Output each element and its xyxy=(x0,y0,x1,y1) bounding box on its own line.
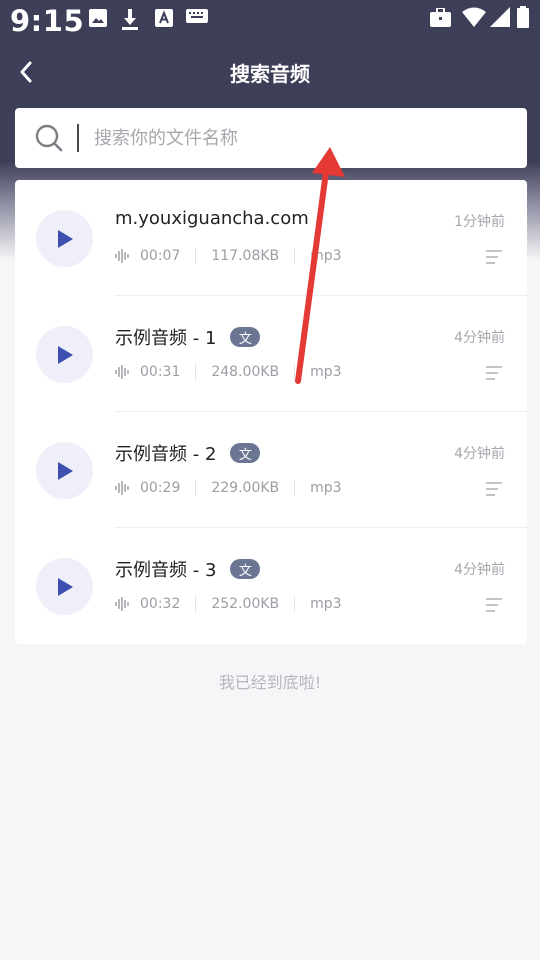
file-format: mp3 xyxy=(310,248,342,264)
time-ago: 4分钟前 xyxy=(454,330,505,346)
text-caret xyxy=(77,124,79,152)
text-badge: 文 xyxy=(230,443,261,463)
file-size: 248.00KB xyxy=(211,364,280,380)
file-format: mp3 xyxy=(310,596,342,612)
file-name: 示例音频 - 3 xyxy=(115,560,217,581)
download-icon xyxy=(121,9,139,31)
duration: 00:07 xyxy=(140,248,181,264)
play-button[interactable] xyxy=(36,558,93,615)
briefcase-icon xyxy=(430,8,451,27)
audio-wave-icon xyxy=(115,249,130,263)
font-a-icon xyxy=(155,9,173,27)
more-menu-icon[interactable] xyxy=(486,249,502,268)
meta-divider xyxy=(294,364,296,380)
audio-wave-icon xyxy=(115,365,130,379)
status-bar: 9:15 xyxy=(0,0,540,44)
play-button[interactable] xyxy=(36,442,93,499)
file-name: m.youxiguancha.com xyxy=(115,208,309,229)
keyboard-icon xyxy=(186,9,208,23)
item-meta: 00:31 248.00KB mp3 xyxy=(115,364,342,380)
search-icon xyxy=(35,124,63,156)
item-title-line: m.youxiguancha.com xyxy=(115,208,309,229)
meta-divider xyxy=(195,596,197,612)
time-ago: 1分钟前 xyxy=(454,214,505,230)
file-size: 117.08KB xyxy=(211,248,280,264)
page-title: 搜索音频 xyxy=(230,62,310,86)
list-item[interactable]: m.youxiguancha.com 1分钟前 00:07 117.08KB m… xyxy=(15,180,527,296)
file-format: mp3 xyxy=(310,480,342,496)
top-bar: 搜索音频 xyxy=(0,48,540,96)
file-format: mp3 xyxy=(310,364,342,380)
audio-wave-icon xyxy=(115,597,130,611)
item-title-line: 示例音频 - 1 文 xyxy=(115,324,261,350)
more-menu-icon[interactable] xyxy=(486,481,502,500)
text-badge: 文 xyxy=(230,559,261,579)
duration: 00:32 xyxy=(140,596,181,612)
meta-divider xyxy=(195,248,197,264)
text-badge: 文 xyxy=(230,327,261,347)
more-menu-icon[interactable] xyxy=(486,597,502,616)
meta-divider xyxy=(294,596,296,612)
file-name: 示例音频 - 1 xyxy=(115,328,217,349)
search-box[interactable] xyxy=(15,108,527,168)
time-ago: 4分钟前 xyxy=(454,562,505,578)
signal-icon xyxy=(490,7,510,27)
item-title-line: 示例音频 - 3 文 xyxy=(115,556,261,582)
end-of-list-text: 我已经到底啦! xyxy=(218,673,322,692)
item-title-line: 示例音频 - 2 文 xyxy=(115,440,261,466)
status-time: 9:15 xyxy=(10,4,85,38)
item-meta: 00:32 252.00KB mp3 xyxy=(115,596,342,612)
meta-divider xyxy=(195,480,197,496)
audio-list: m.youxiguancha.com 1分钟前 00:07 117.08KB m… xyxy=(15,180,527,644)
more-menu-icon[interactable] xyxy=(486,365,502,384)
duration: 00:29 xyxy=(140,480,181,496)
list-item[interactable]: 示例音频 - 1 文 4分钟前 00:31 248.00KB mp3 xyxy=(15,296,527,412)
play-icon xyxy=(57,345,73,364)
play-icon xyxy=(57,461,73,480)
duration: 00:31 xyxy=(140,364,181,380)
file-name: 示例音频 - 2 xyxy=(115,444,217,465)
play-button[interactable] xyxy=(36,210,93,267)
list-item[interactable]: 示例音频 - 3 文 4分钟前 00:32 252.00KB mp3 xyxy=(15,528,527,644)
time-ago: 4分钟前 xyxy=(454,446,505,462)
image-icon xyxy=(89,9,107,27)
list-item[interactable]: 示例音频 - 2 文 4分钟前 00:29 229.00KB mp3 xyxy=(15,412,527,528)
file-size: 229.00KB xyxy=(211,480,280,496)
play-button[interactable] xyxy=(36,326,93,383)
meta-divider xyxy=(294,480,296,496)
play-icon xyxy=(57,577,73,596)
audio-wave-icon xyxy=(115,481,130,495)
search-input[interactable] xyxy=(94,122,514,154)
item-meta: 00:29 229.00KB mp3 xyxy=(115,480,342,496)
wifi-icon xyxy=(462,7,486,27)
battery-icon xyxy=(517,6,529,28)
meta-divider xyxy=(195,364,197,380)
file-size: 252.00KB xyxy=(211,596,280,612)
meta-divider xyxy=(294,248,296,264)
play-icon xyxy=(57,229,73,248)
item-meta: 00:07 117.08KB mp3 xyxy=(115,248,342,264)
